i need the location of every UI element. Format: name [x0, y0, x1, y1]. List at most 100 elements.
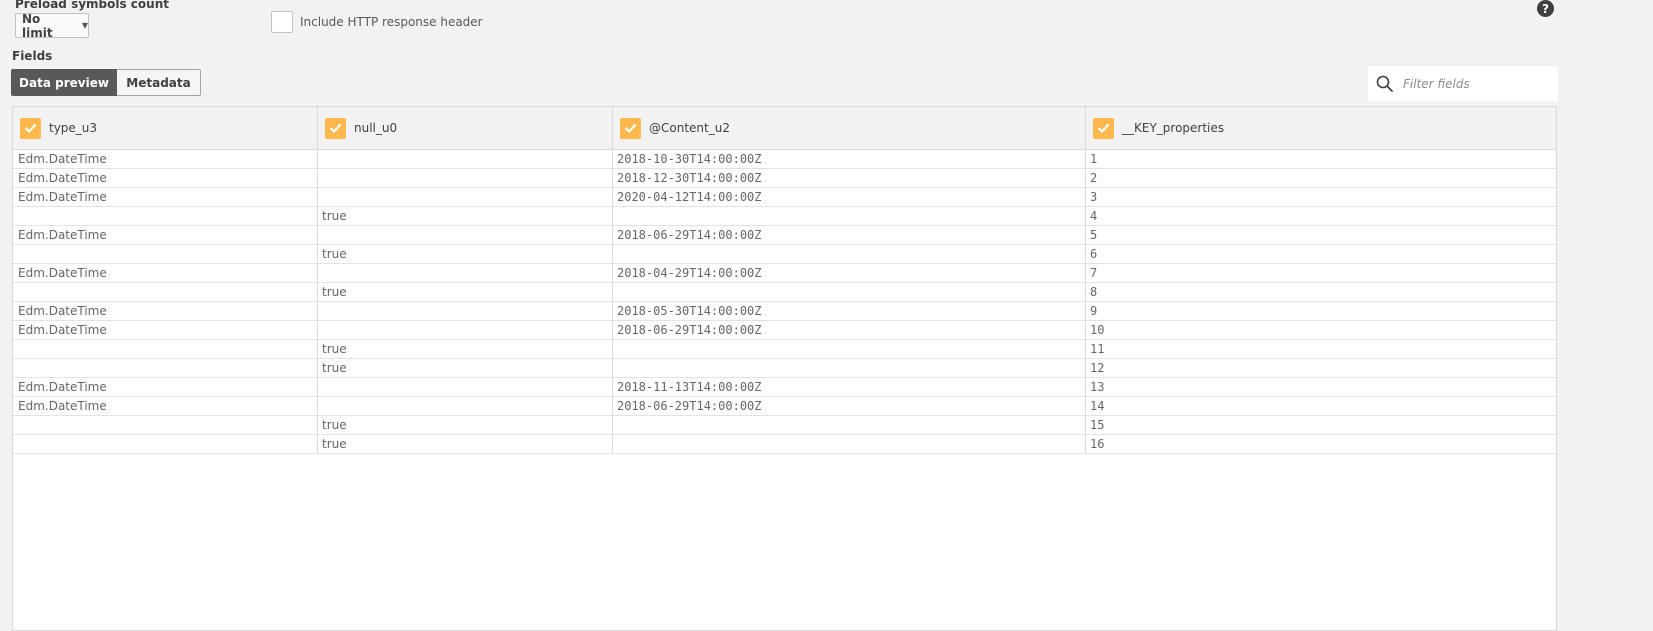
table-cell — [317, 226, 322, 245]
checkmark-icon — [1097, 123, 1110, 133]
table-cell: Edm.DateTime — [18, 152, 107, 166]
table-cell: 5 — [1090, 228, 1098, 242]
table-cell — [317, 264, 322, 283]
table-cell: Edm.DateTime — [18, 190, 107, 204]
table-cell: true — [322, 209, 347, 223]
table-row: Edm.DateTime 2018-06-29T14:00:00Z 5 — [13, 226, 1556, 245]
table-cell — [13, 359, 18, 378]
table-cell: Edm.DateTime — [18, 304, 107, 318]
fields-label: Fields — [12, 49, 53, 63]
column-header-key-properties[interactable]: __KEY_properties — [1086, 107, 1224, 149]
table-cell: 4 — [1090, 209, 1098, 223]
column-checkbox-null-u0[interactable] — [325, 117, 346, 139]
table-cell: 2018-06-29T14:00:00Z — [617, 228, 762, 242]
table-cell: 10 — [1090, 323, 1105, 337]
table-cell: Edm.DateTime — [18, 323, 107, 337]
table-cell — [13, 435, 18, 454]
column-name: type_u3 — [49, 121, 98, 135]
table-cell: Edm.DateTime — [18, 380, 107, 394]
table-row: true 4 — [13, 207, 1556, 226]
table-row: true 16 — [13, 435, 1556, 454]
table-cell — [612, 207, 617, 226]
search-icon — [1376, 75, 1393, 92]
table-row: true 12 — [13, 359, 1556, 378]
preload-symbols-label: Preload symbols count — [15, 0, 169, 11]
table-cell — [612, 416, 617, 435]
table-row: Edm.DateTime 2018-10-30T14:00:00Z 1 — [13, 150, 1556, 169]
include-http-header-label: Include HTTP response header — [300, 15, 483, 29]
column-checkbox-content-u2[interactable] — [620, 117, 641, 139]
table-cell: Edm.DateTime — [18, 228, 107, 242]
column-name: null_u0 — [354, 121, 398, 135]
table-cell — [13, 340, 18, 359]
table-cell — [612, 340, 617, 359]
column-name: __KEY_properties — [1122, 121, 1225, 135]
table-cell: 6 — [1090, 247, 1098, 261]
column-header-null-u0[interactable]: null_u0 — [318, 107, 397, 149]
table-cell: 2018-12-30T14:00:00Z — [617, 171, 762, 185]
help-icon[interactable]: ? — [1537, 0, 1554, 17]
table-cell: 2018-05-30T14:00:00Z — [617, 304, 762, 318]
table-cell — [13, 245, 18, 264]
table-row: Edm.DateTime 2018-04-29T14:00:00Z 7 — [13, 264, 1556, 283]
table-cell: true — [322, 247, 347, 261]
table-cell: 8 — [1090, 285, 1098, 299]
table-cell: 2018-06-29T14:00:00Z — [617, 323, 762, 337]
tab-metadata[interactable]: Metadata — [117, 69, 201, 96]
tab-data-preview[interactable]: Data preview — [11, 69, 117, 96]
preload-limit-dropdown[interactable]: No limit ▼ — [15, 11, 89, 40]
table-cell: 12 — [1090, 361, 1105, 375]
column-header-type-u3[interactable]: type_u3 — [13, 107, 97, 149]
checkmark-icon — [624, 123, 637, 133]
table-row: true 15 — [13, 416, 1556, 435]
table-row: true 8 — [13, 283, 1556, 302]
table-cell: 2 — [1090, 171, 1098, 185]
table-cell: true — [322, 418, 347, 432]
column-name: @Content_u2 — [649, 121, 730, 135]
table-row: true 11 — [13, 340, 1556, 359]
table-cell: 7 — [1090, 266, 1098, 280]
table-cell: true — [322, 342, 347, 356]
table-cell: 2018-10-30T14:00:00Z — [617, 152, 762, 166]
table-cell — [317, 302, 322, 321]
table-cell: 2020-04-12T14:00:00Z — [617, 190, 762, 204]
column-header-content-u2[interactable]: @Content_u2 — [613, 107, 730, 149]
table-cell: 16 — [1090, 437, 1105, 451]
preload-limit-value: No limit — [22, 11, 53, 40]
table-cell — [612, 435, 617, 454]
table-cell — [317, 188, 322, 207]
table-row: Edm.DateTime 2018-12-30T14:00:00Z 2 — [13, 169, 1556, 188]
table-row: Edm.DateTime 2018-06-29T14:00:00Z 10 — [13, 321, 1556, 340]
table-cell — [317, 397, 322, 416]
table-cell — [317, 169, 322, 188]
view-tabs: Data preview Metadata — [11, 69, 201, 96]
table-cell — [317, 321, 322, 340]
data-preview-table: type_u3 null_u0 @Content_u2 __KEY_proper… — [12, 106, 1557, 631]
table-row: Edm.DateTime 2018-11-13T14:00:00Z 13 — [13, 378, 1556, 397]
table-row: true 6 — [13, 245, 1556, 264]
checkmark-icon — [329, 123, 342, 133]
table-cell: 15 — [1090, 418, 1105, 432]
table-cell: 1 — [1090, 152, 1098, 166]
table-cell: Edm.DateTime — [18, 399, 107, 413]
table-cell: 11 — [1090, 342, 1105, 356]
table-cell — [317, 378, 322, 397]
table-cell — [612, 283, 617, 302]
column-checkbox-key-properties[interactable] — [1093, 117, 1114, 139]
table-cell: true — [322, 361, 347, 375]
table-cell: 2018-11-13T14:00:00Z — [617, 380, 762, 394]
table-cell — [612, 245, 617, 264]
table-cell — [13, 416, 18, 435]
table-cell: Edm.DateTime — [18, 171, 107, 185]
table-row: Edm.DateTime 2018-06-29T14:00:00Z 14 — [13, 397, 1556, 416]
table-cell: 2018-04-29T14:00:00Z — [617, 266, 762, 280]
table-cell — [13, 283, 18, 302]
table-cell: true — [322, 285, 347, 299]
column-checkbox-type-u3[interactable] — [20, 117, 41, 139]
include-http-header-checkbox[interactable] — [271, 11, 293, 33]
table-row: Edm.DateTime 2018-05-30T14:00:00Z 9 — [13, 302, 1556, 321]
table-cell — [317, 150, 322, 169]
filter-fields-input[interactable] — [1401, 75, 1555, 92]
table-cell: 9 — [1090, 304, 1098, 318]
table-cell: true — [322, 437, 347, 451]
